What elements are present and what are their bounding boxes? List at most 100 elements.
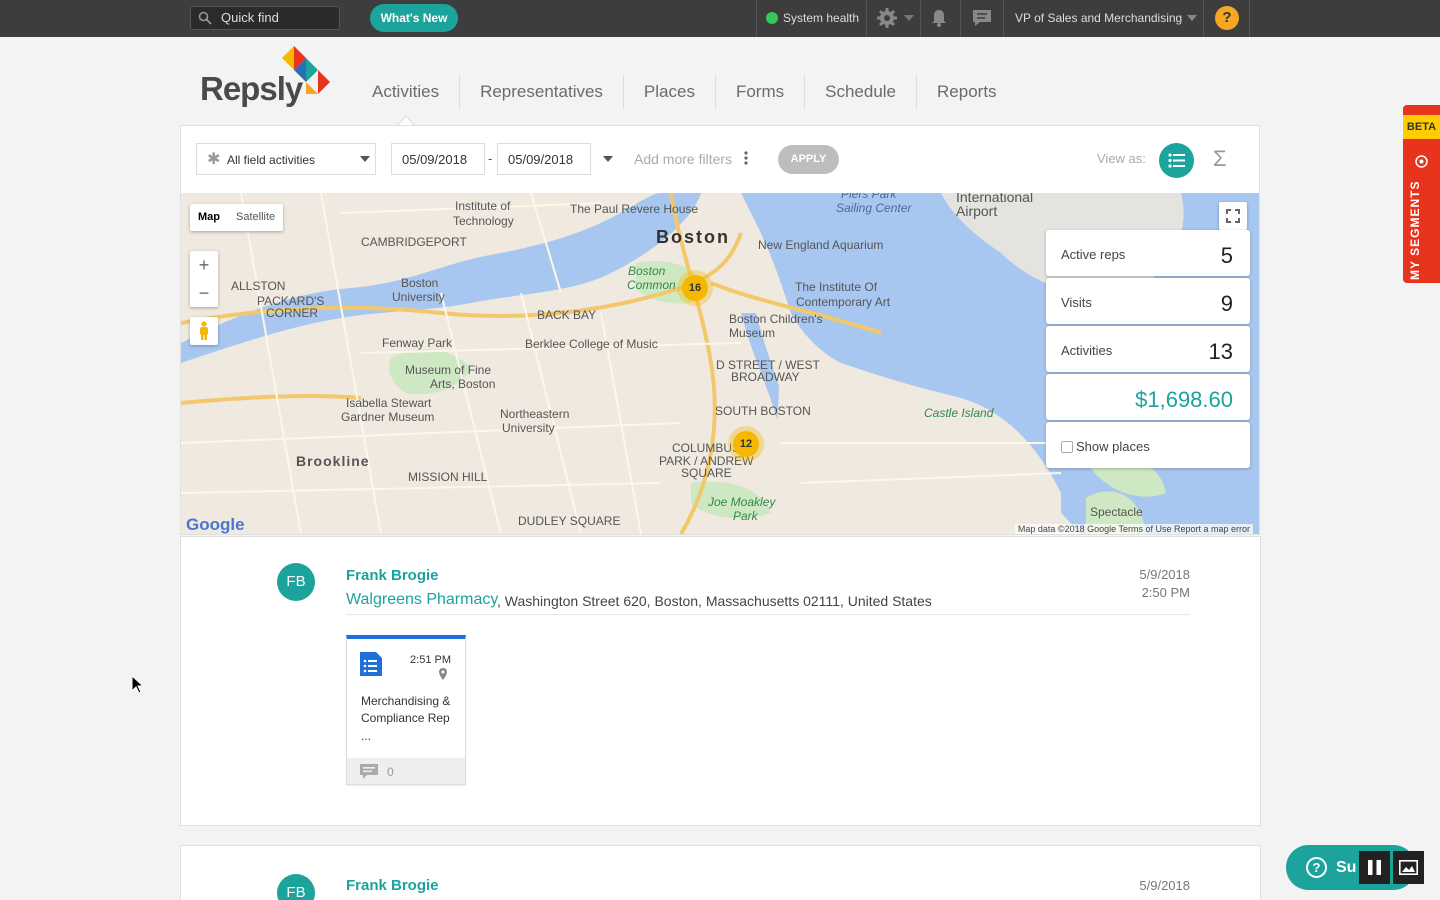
divider [346, 614, 1190, 615]
view-as-label: View as: [1097, 151, 1146, 166]
map-label: CAMBRIDGEPORT [361, 235, 467, 249]
map-label: Boston [656, 227, 730, 247]
my-segments-tab[interactable]: BETA MY SEGMENTS [1403, 105, 1440, 283]
system-health-label: System health [783, 11, 860, 25]
divider [866, 0, 867, 37]
map-label: Castle Island [924, 406, 994, 420]
map-label: Technology [453, 214, 514, 228]
gear-icon[interactable] [876, 7, 898, 29]
comment-icon[interactable] [360, 764, 378, 779]
divider [960, 0, 961, 37]
divider [1003, 0, 1004, 37]
nav-schedule[interactable]: Schedule [804, 75, 916, 109]
nav-representatives[interactable]: Representatives [459, 75, 623, 109]
sigma-summary-icon[interactable]: Σ [1213, 146, 1227, 172]
divider [920, 0, 921, 37]
revenue-value: $1,698.60 [1135, 387, 1233, 412]
zoom-in-button[interactable]: + [190, 251, 218, 279]
stat-active-reps: Active reps 5 [1046, 230, 1250, 276]
chevron-down-icon[interactable] [1187, 15, 1197, 21]
list-view-button[interactable] [1159, 143, 1194, 178]
map-label: BACK BAY [537, 308, 597, 322]
map-label: The Institute Of [795, 280, 878, 294]
help-button[interactable]: ? [1215, 6, 1239, 30]
map-label: Boston [628, 264, 666, 278]
role-dropdown[interactable]: VP of Sales and Merchandising [1015, 0, 1182, 37]
map-label: BROADWAY [731, 370, 800, 384]
date-range-dropdown-icon[interactable] [603, 156, 613, 162]
quick-find-input[interactable]: Quick find [190, 6, 340, 30]
nav-forms[interactable]: Forms [714, 75, 804, 109]
stat-value: 9 [1220, 291, 1233, 316]
map-label: Northeastern [500, 407, 570, 421]
rep-name-link[interactable]: Frank Brogie [346, 877, 439, 894]
map-label: The Paul Revere House [570, 202, 699, 216]
beta-badge: BETA [1403, 115, 1440, 139]
rep-name-link[interactable]: Frank Brogie [346, 567, 439, 584]
system-health-link[interactable]: System health [766, 0, 859, 37]
map-label: Isabella Stewart [346, 396, 432, 410]
visit-date: 5/9/2018 [1139, 878, 1190, 893]
map-label: Museum of Fine [405, 363, 492, 377]
activity-type-dropdown[interactable]: ✱ All field activities [196, 143, 376, 175]
map-cluster-marker[interactable]: 12 [733, 431, 759, 457]
activity-title: Merchandising & Compliance Rep [361, 694, 451, 725]
fullscreen-icon [1226, 209, 1240, 223]
search-icon [198, 11, 212, 25]
map-label: University [502, 421, 555, 435]
divider [1249, 0, 1250, 37]
show-places-checkbox[interactable] [1061, 441, 1073, 453]
map-label: Sailing Center [836, 201, 912, 215]
nav-activities[interactable]: Activities [352, 75, 459, 109]
chat-icon[interactable] [971, 7, 993, 29]
zoom-out-button[interactable]: − [190, 279, 218, 307]
mouse-cursor-icon [132, 676, 144, 694]
map-type-satellite-button[interactable]: Satellite [228, 204, 283, 231]
map-label: New England Aquarium [758, 238, 884, 252]
repsly-logo[interactable]: Repsly [200, 44, 335, 108]
my-segments-label: MY SEGMENTS [1408, 180, 1422, 280]
show-places-toggle[interactable]: Show places [1046, 422, 1250, 468]
activity-feed-card: FB Frank Brogie Walgreens Pharmacy , Was… [180, 536, 1261, 826]
top-bar: Quick find What's New System health VP o… [0, 0, 1440, 37]
chevron-down-icon[interactable] [904, 15, 914, 21]
google-logo: Google [186, 515, 245, 534]
map-label: Berklee College of Music [525, 337, 658, 351]
place-name-link[interactable]: Walgreens Pharmacy [346, 591, 498, 609]
street-view-button[interactable] [190, 317, 218, 345]
divider [756, 0, 757, 37]
activity-item-card[interactable]: 2:51 PM Merchandising & Compliance Rep .… [346, 635, 466, 785]
map-type-map-button[interactable]: Map [190, 204, 228, 231]
screenshot-button[interactable] [1393, 851, 1424, 884]
visit-time: 2:50 PM [1141, 585, 1190, 600]
bell-icon[interactable] [928, 7, 950, 29]
activity-ellipsis: ... [361, 729, 372, 743]
nav-places[interactable]: Places [622, 75, 715, 109]
nav-reports[interactable]: Reports [916, 75, 1017, 109]
map-label: ALLSTON [231, 279, 286, 293]
map-label: SOUTH BOSTON [715, 404, 811, 418]
avatar[interactable]: FB [277, 563, 315, 601]
map-attribution[interactable]: Map data ©2018 Google Terms of Use Repor… [1014, 524, 1253, 534]
pause-button[interactable] [1359, 851, 1390, 884]
avatar[interactable]: FB [277, 874, 315, 900]
date-separator: - [488, 151, 493, 166]
apply-button[interactable]: APPLY [778, 145, 839, 174]
stat-activities: Activities 13 [1046, 326, 1250, 372]
map-label: Boston Children's [729, 312, 823, 326]
activity-type-value: All field activities [227, 153, 316, 167]
map-label: Museum [729, 326, 776, 340]
map-label: Common [627, 278, 676, 292]
date-from-input[interactable]: 05/09/2018 [391, 143, 485, 175]
stat-label: Active reps [1061, 247, 1126, 262]
map-type-toggle: Map Satellite [190, 204, 284, 231]
whats-new-button[interactable]: What's New [370, 4, 458, 32]
map-cluster-marker[interactable]: 16 [682, 275, 708, 301]
fullscreen-button[interactable] [1219, 202, 1247, 230]
image-icon [1399, 860, 1418, 875]
stat-visits: Visits 9 [1046, 278, 1250, 324]
divider [1203, 0, 1204, 37]
date-to-input[interactable]: 05/09/2018 [497, 143, 591, 175]
more-options-icon[interactable] [744, 151, 748, 165]
add-more-filters-link[interactable]: Add more filters [634, 151, 732, 167]
